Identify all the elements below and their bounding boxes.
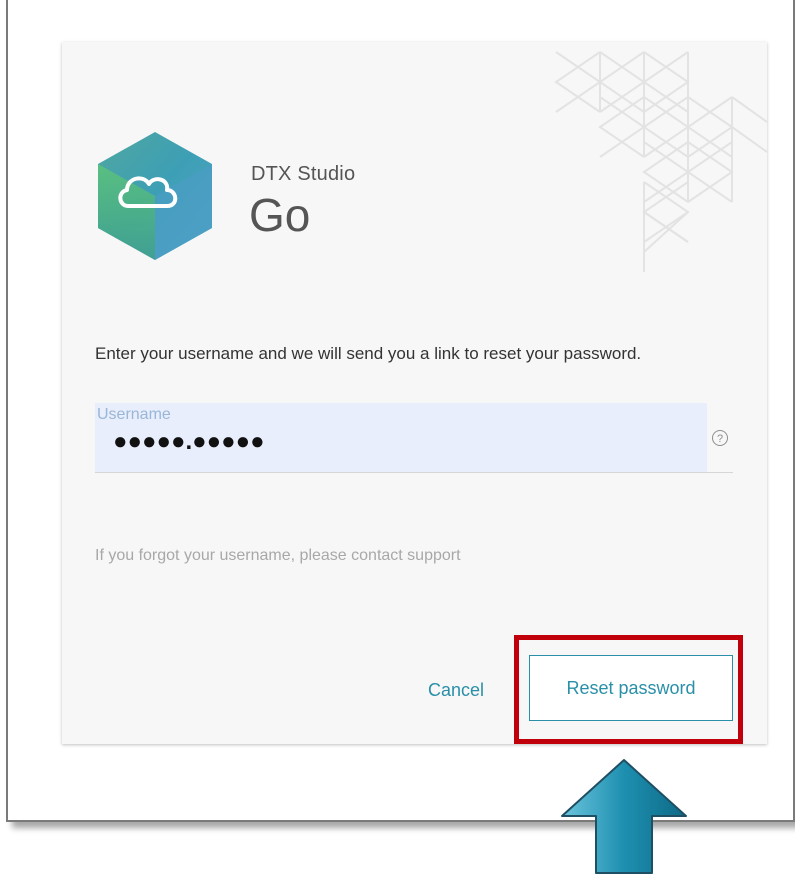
instruction-text: Enter your username and we will send you… <box>95 344 642 363</box>
brand-product: Go <box>249 189 311 241</box>
question-circle-icon[interactable]: ? <box>712 430 728 446</box>
support-note: If you forgot your username, please cont… <box>95 547 461 564</box>
brand-name: DTX Studio <box>251 163 356 185</box>
username-input[interactable]: ●●●●●.●●●●● <box>113 428 265 456</box>
decorative-pattern <box>554 51 767 272</box>
cancel-button[interactable]: Cancel <box>428 680 484 701</box>
username-field-underline <box>95 472 733 473</box>
up-arrow-icon <box>561 759 687 874</box>
cloud-hexagon-icon <box>98 132 212 260</box>
username-label: Username <box>97 406 171 423</box>
reset-password-button[interactable]: Reset password <box>529 655 733 721</box>
